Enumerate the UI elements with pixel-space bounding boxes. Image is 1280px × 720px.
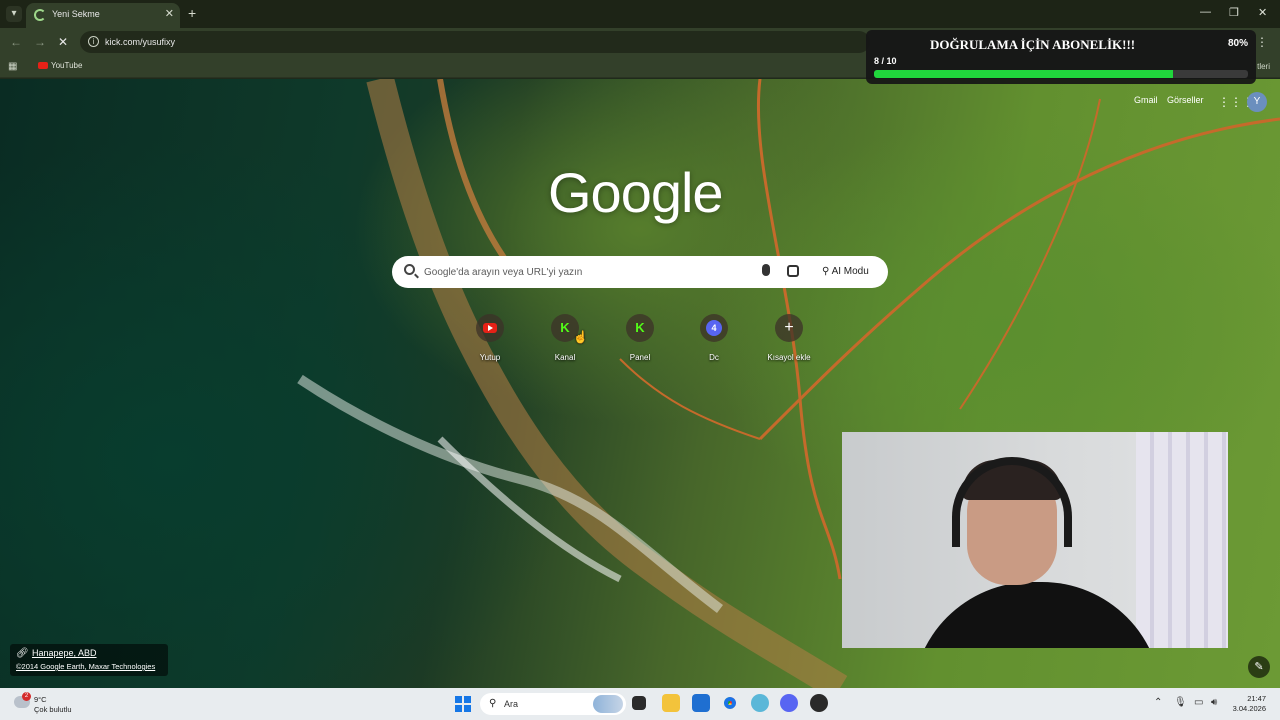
attribution-place-link[interactable]: Hanapepe, ABD (32, 648, 97, 658)
restore-button[interactable]: ❐ (1229, 6, 1239, 19)
back-arrow-icon[interactable]: ← (10, 35, 22, 49)
progress-fill (874, 70, 1174, 78)
volume-icon[interactable]: 🔊︎ (1211, 697, 1217, 708)
shortcut-tile: + (775, 314, 803, 342)
attribution-copyright[interactable]: ©2014 Google Earth, Maxar Technologies (16, 662, 155, 671)
network-icon[interactable]: ▭ (1194, 697, 1203, 708)
obs-icon[interactable] (810, 694, 828, 712)
shortcut-label: Yutup (479, 353, 501, 362)
browser-menu-icon[interactable]: ⋮ (1256, 35, 1268, 49)
taskbar-search-label: Ara (504, 699, 519, 709)
plus-icon: + (784, 319, 794, 336)
shortcut-label: Panel (629, 353, 651, 362)
microphone-tray-icon[interactable]: 🎙︎ (1174, 697, 1187, 708)
task-view-icon[interactable] (632, 696, 646, 710)
curtain (1136, 432, 1228, 648)
search-icon: ⚲ (489, 698, 497, 709)
clock-date: 3.04.2026 (1232, 704, 1266, 713)
discord-icon: 4 (706, 320, 722, 336)
chrome-icon[interactable] (721, 694, 739, 712)
microphone-icon[interactable] (762, 264, 770, 276)
discord-icon[interactable] (780, 694, 798, 712)
link-icon: 🔗︎ (16, 648, 29, 659)
ai-mode-label: AI Modu (831, 266, 869, 277)
avatar[interactable]: Y (1247, 92, 1267, 112)
search-icon (404, 264, 415, 275)
sparkle-search-icon: ⚲ (822, 266, 832, 277)
bookmark-label: YouTube (51, 61, 83, 70)
overlay-count: 8 / 10 (874, 56, 897, 66)
shortcut-add[interactable]: + Kısayol ekle (759, 312, 819, 364)
taskbar-search[interactable]: ⚲ Ara (480, 693, 626, 715)
subscription-goal-overlay: DOĞRULAMA İÇİN ABONELİK!!! 80% 8 / 10 (866, 30, 1256, 84)
tab-search-button[interactable]: ▾ (6, 6, 22, 22)
loading-spinner-icon (34, 9, 46, 21)
new-tab-button[interactable]: + (188, 5, 196, 21)
search-highlight-image (593, 695, 623, 713)
shortcut-label: Dc (709, 353, 719, 362)
apps-grid-icon[interactable]: ▦ (8, 61, 17, 72)
images-link[interactable]: Görseller (1167, 95, 1204, 105)
start-button[interactable] (455, 696, 471, 712)
tab-strip: ▾ Yeni Sekme ✕ + — ❐ ✕ (0, 0, 1280, 28)
youtube-icon (483, 323, 497, 333)
all-bookmarks-label[interactable]: tleri (1257, 62, 1270, 71)
overlay-percent: 80% (1227, 38, 1248, 49)
close-tab-icon[interactable]: ✕ (165, 7, 174, 20)
google-logo: Google (548, 161, 724, 224)
kick-icon: K (635, 320, 645, 335)
background-attribution: 🔗︎ Hanapepe, ABD ©2014 Google Earth, Max… (10, 644, 168, 676)
address-bar[interactable]: i kick.com/yusufixy (80, 31, 870, 53)
weather-widget[interactable]: 2 9°C Çok bulutlu (14, 692, 84, 717)
address-url[interactable]: kick.com/yusufixy (105, 37, 175, 47)
shortcut-yutup[interactable]: Yutup (460, 312, 520, 364)
shortcut-label: Kısayol ekle (767, 353, 811, 362)
progress-track (874, 70, 1248, 78)
settings-gear-icon[interactable] (751, 694, 769, 712)
google-lens-icon[interactable] (787, 265, 799, 277)
notification-badge: 2 (22, 692, 31, 701)
close-window-button[interactable]: ✕ (1258, 6, 1267, 19)
weather-temp: 9°C (34, 695, 47, 704)
tray-overflow-icon[interactable]: ⌃ (1154, 697, 1162, 708)
tab-title: Yeni Sekme (52, 9, 100, 19)
minimize-button[interactable]: — (1200, 6, 1211, 18)
person-shirt (912, 582, 1162, 648)
shortcut-tile: K (626, 314, 654, 342)
shortcut-tile: 4 (700, 314, 728, 342)
system-clock[interactable]: 21:47 3.04.2026 (1233, 694, 1266, 714)
forward-arrow-icon[interactable]: → (34, 35, 46, 49)
site-info-icon[interactable]: i (88, 36, 99, 47)
store-icon[interactable] (692, 694, 710, 712)
clock-time: 21:47 (1247, 694, 1266, 703)
mouse-cursor-icon: ☝ (573, 330, 588, 344)
stop-loading-icon[interactable]: ✕ (58, 35, 68, 49)
windows-taskbar: 2 9°C Çok bulutlu ⚲ Ara ⌃ 🎙︎ ▭ 🔊︎ 21:47 … (0, 688, 1280, 720)
search-input[interactable] (424, 263, 744, 281)
customize-pencil-icon[interactable]: ✎ (1248, 656, 1270, 678)
ai-mode-button[interactable]: ⚲ AI Modu (814, 261, 877, 283)
tab-new-tab[interactable]: Yeni Sekme ✕ (26, 3, 180, 28)
webcam-feed (842, 432, 1228, 648)
youtube-icon (38, 62, 48, 69)
search-box[interactable]: ⚲ AI Modu (392, 256, 888, 288)
gmail-link[interactable]: Gmail (1134, 95, 1158, 105)
shortcut-panel[interactable]: K Panel (610, 312, 670, 364)
shortcut-tile (476, 314, 504, 342)
file-explorer-icon[interactable] (662, 694, 680, 712)
overlay-title: DOĞRULAMA İÇİN ABONELİK!!! (930, 37, 1136, 52)
bookmark-youtube[interactable]: YouTube (38, 61, 82, 70)
shortcut-dc[interactable]: 4 Dc (684, 312, 744, 364)
weather-desc: Çok bulutlu (34, 705, 72, 714)
shortcut-label: Kanal (554, 353, 576, 362)
